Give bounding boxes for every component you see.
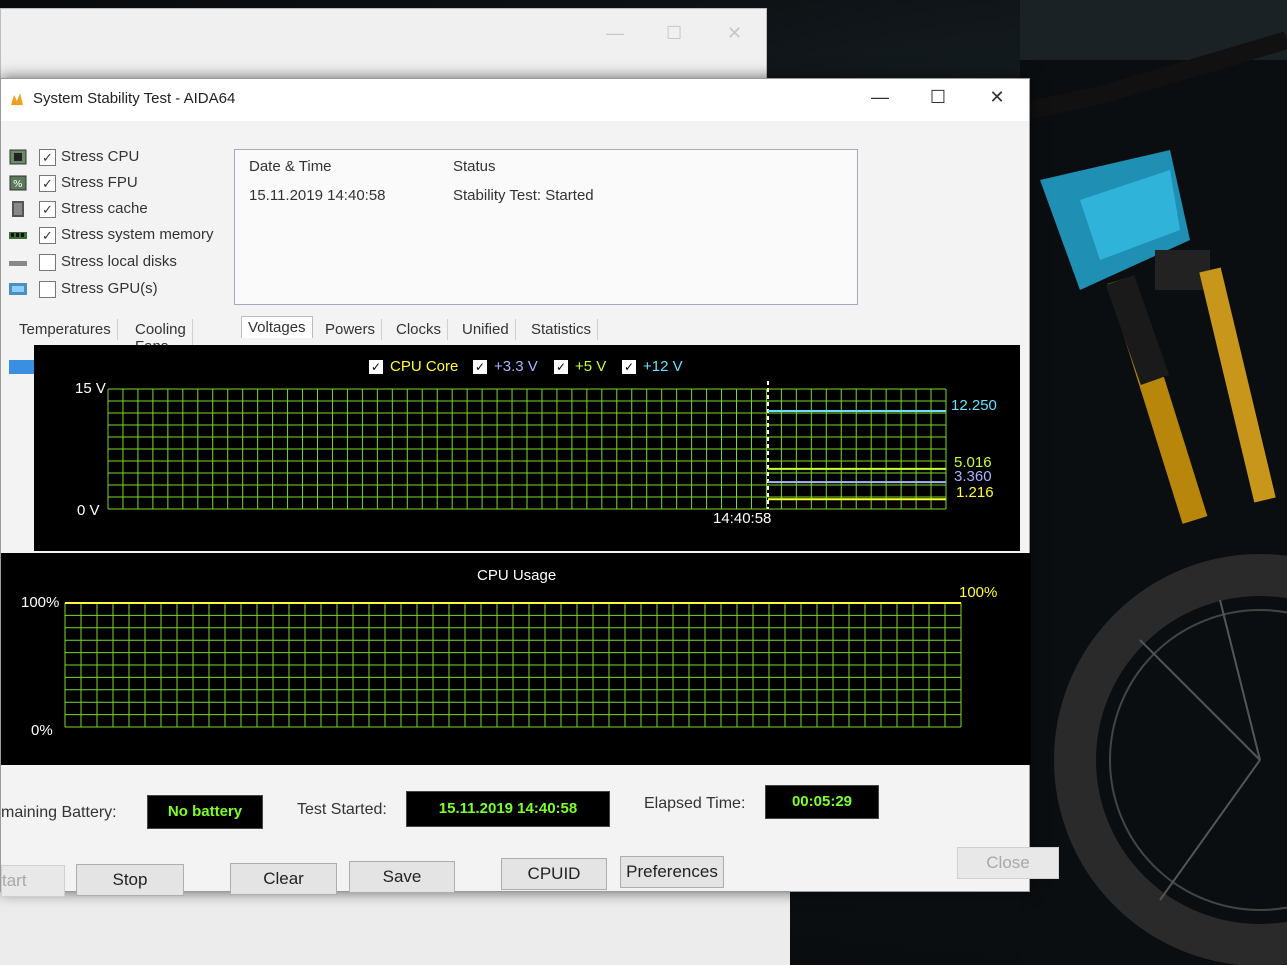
stress-disks-checkbox[interactable] (39, 254, 56, 271)
legend-cpu-core-checkbox[interactable]: ✓ (369, 360, 383, 374)
stability-test-window: System Stability Test - AIDA64 — ☐ ✕ ✓ S… (0, 78, 1059, 897)
memory-icon (9, 232, 27, 239)
legend-5v: +5 V (575, 358, 607, 375)
svg-text:%: % (13, 179, 23, 190)
stress-fpu-label: Stress FPU (61, 174, 138, 191)
cpuid-button[interactable]: CPUID (501, 858, 607, 890)
stress-fpu-option[interactable]: % ✓ Stress FPU (9, 173, 249, 195)
fpu-icon: % (9, 175, 27, 191)
disk-icon (9, 261, 27, 266)
voltage-y-min: 0 V (77, 502, 100, 519)
date-time-header: Date & Time (249, 158, 332, 175)
stress-cpu-label: Stress CPU (61, 148, 140, 165)
usage-readout: 100% (959, 584, 998, 601)
cpu-usage-graph-canvas (64, 602, 962, 728)
status-header: Status (453, 158, 496, 175)
stress-cache-option[interactable]: ✓ Stress cache (9, 199, 249, 221)
legend-3v3-checkbox[interactable]: ✓ (473, 360, 487, 374)
tab-unified[interactable]: Unified (456, 319, 516, 340)
cpu-usage-title: CPU Usage (477, 567, 557, 584)
readout-12v: 12.250 (951, 397, 997, 414)
readout-cpu-core: 1.216 (956, 484, 994, 501)
bg-close-icon: ✕ (727, 23, 743, 43)
bg-maximize-icon: ☐ (666, 23, 683, 43)
bg-minimize-icon: — (606, 23, 624, 43)
window-title: System Stability Test - AIDA64 (33, 90, 236, 107)
preferences-button[interactable]: Preferences (620, 856, 724, 888)
cpu-icon (9, 149, 27, 165)
status-row-datetime: 15.11.2019 14:40:58 (249, 187, 386, 204)
maximize-button[interactable]: ☐ (923, 87, 953, 108)
aida64-flame-icon (11, 93, 23, 105)
voltage-graph: ✓ CPU Core ✓ +3.3 V ✓ +5 V ✓ +12 V 15 V … (34, 345, 1020, 551)
background-window-lower (0, 890, 790, 965)
voltage-legend: ✓ CPU Core ✓ +3.3 V ✓ +5 V ✓ +12 V (369, 358, 709, 378)
stress-gpu-option[interactable]: Stress GPU(s) (9, 279, 249, 301)
stress-memory-label: Stress system memory (61, 226, 214, 243)
stress-memory-option[interactable]: ✓ Stress system memory (9, 225, 249, 247)
legend-3v3: +3.3 V (494, 358, 538, 375)
status-table: Date & Time Status 15.11.2019 14:40:58 S… (234, 149, 858, 305)
save-button[interactable]: Save (349, 861, 455, 893)
status-row-status: Stability Test: Started (453, 187, 594, 204)
stop-button[interactable]: Stop (76, 864, 184, 896)
voltage-y-max: 15 V (75, 380, 106, 397)
elapsed-time-value: 00:05:29 (765, 785, 879, 819)
wallpaper-bike-image (1020, 0, 1287, 965)
minimize-button[interactable]: — (865, 87, 895, 108)
usage-y-min: 0% (31, 722, 53, 739)
clear-button[interactable]: Clear (230, 863, 337, 895)
remaining-battery-value: No battery (147, 795, 263, 829)
remaining-battery-label: maining Battery: (1, 804, 117, 821)
legend-5v-checkbox[interactable]: ✓ (554, 360, 568, 374)
stress-fpu-checkbox[interactable]: ✓ (39, 175, 56, 192)
stress-cpu-option[interactable]: ✓ Stress CPU (9, 147, 249, 169)
tab-clocks[interactable]: Clocks (390, 319, 449, 340)
start-button[interactable]: tart (1, 865, 65, 897)
stress-gpu-label: Stress GPU(s) (61, 280, 158, 297)
cpu-usage-graph: CPU Usage 100% 0% 100% (1, 553, 1031, 765)
stress-cpu-checkbox[interactable]: ✓ (39, 149, 56, 166)
legend-12v-checkbox[interactable]: ✓ (622, 360, 636, 374)
tab-voltages[interactable]: Voltages (241, 316, 313, 338)
elapsed-time-label: Elapsed Time: (644, 795, 746, 812)
test-started-label: Test Started: (297, 801, 387, 818)
cache-icon (12, 201, 24, 217)
legend-cpu-core: CPU Core (390, 358, 459, 375)
stress-gpu-checkbox[interactable] (39, 281, 56, 298)
readout-3v3: 3.360 (954, 468, 992, 485)
tab-temperatures[interactable]: Temperatures (13, 319, 118, 340)
title-bar[interactable]: System Stability Test - AIDA64 — ☐ ✕ (1, 79, 1029, 121)
stress-cache-label: Stress cache (61, 200, 148, 217)
close-window-button[interactable]: ✕ (982, 87, 1012, 108)
usage-y-max: 100% (21, 594, 60, 611)
close-button[interactable]: Close (957, 847, 1059, 879)
tab-statistics[interactable]: Statistics (525, 319, 599, 340)
gpu-icon (9, 283, 27, 295)
voltage-time-label: 14:40:58 (713, 510, 772, 527)
stress-memory-checkbox[interactable]: ✓ (39, 227, 56, 244)
test-started-value: 15.11.2019 14:40:58 (406, 791, 610, 827)
tab-powers[interactable]: Powers (319, 319, 383, 340)
stress-cache-checkbox[interactable]: ✓ (39, 201, 56, 218)
stress-disks-label: Stress local disks (61, 253, 177, 270)
stress-disks-option[interactable]: Stress local disks (9, 252, 249, 274)
legend-12v: +12 V (643, 358, 683, 375)
